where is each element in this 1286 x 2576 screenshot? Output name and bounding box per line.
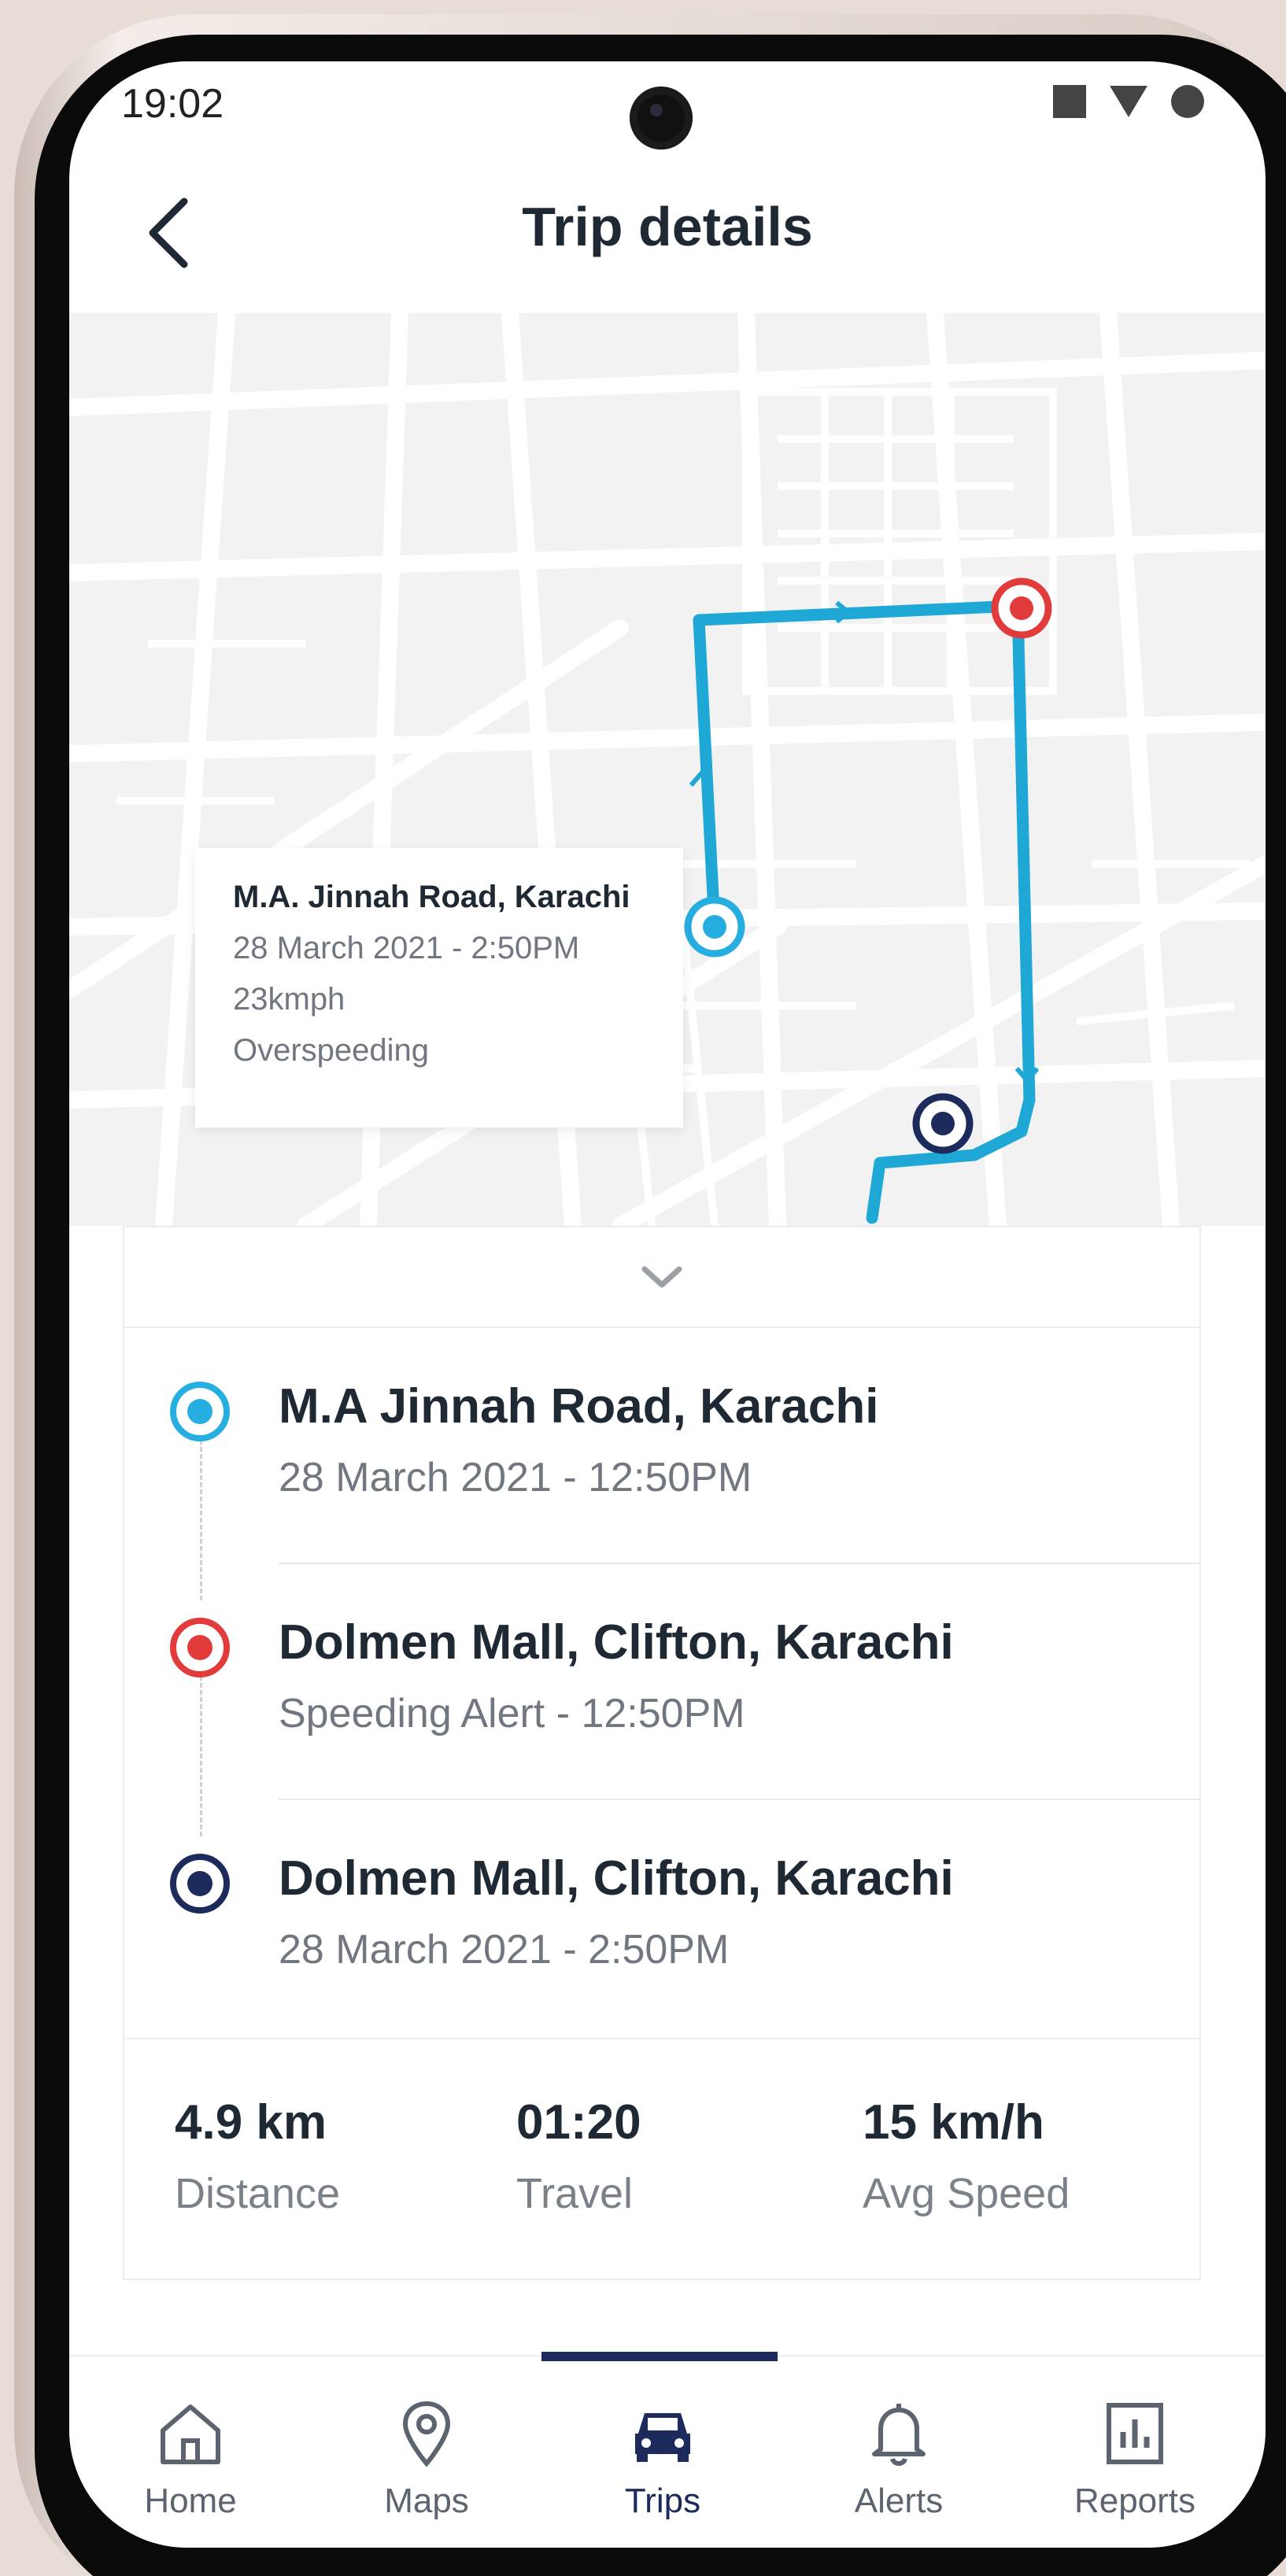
chevron-down-icon	[641, 1266, 682, 1288]
nav-label: Trips	[624, 2482, 701, 2520]
end-point-icon	[170, 1854, 230, 1914]
tooltip-location: M.A. Jinnah Road, Karachi	[233, 880, 630, 914]
stop-subtitle: 28 March 2021 - 2:50PM	[279, 1927, 730, 1973]
map-event-tooltip: M.A. Jinnah Road, Karachi 28 March 2021 …	[195, 848, 683, 1127]
front-camera	[630, 87, 693, 149]
start-point-icon	[170, 1382, 230, 1441]
collapse-toggle[interactable]	[124, 1227, 1199, 1328]
end-marker[interactable]	[896, 1076, 990, 1171]
nav-trips[interactable]: Trips	[568, 2397, 757, 2521]
tooltip-datetime: 28 March 2021 - 2:50PM	[233, 931, 580, 965]
alert-point-icon	[170, 1618, 230, 1677]
status-time: 19:02	[121, 81, 224, 127]
nav-label: Home	[144, 2482, 237, 2520]
nav-alerts[interactable]: Alerts	[804, 2397, 993, 2521]
app-header: Trip details	[69, 164, 1266, 321]
trip-stop-alert[interactable]: Dolmen Mall, Clifton, Karachi Speeding A…	[124, 1564, 1199, 1800]
car-icon	[635, 2413, 690, 2462]
stat-avg-speed: 15 km/h Avg Speed	[863, 2094, 1070, 2218]
nav-home[interactable]: Home	[96, 2397, 285, 2521]
alert-marker[interactable]	[991, 578, 1052, 639]
nav-label: Reports	[1074, 2482, 1196, 2520]
active-tab-indicator	[541, 2352, 778, 2361]
nav-label: Alerts	[854, 2482, 944, 2520]
stat-travel: 01:20 Travel	[516, 2094, 641, 2218]
tooltip-event: Overspeeding	[233, 1033, 430, 1068]
tooltip-speed: 23kmph	[233, 982, 346, 1017]
map-pin-icon	[402, 2401, 451, 2467]
stop-title: M.A Jinnah Road, Karachi	[279, 1379, 879, 1434]
stop-title: Dolmen Mall, Clifton, Karachi	[279, 1851, 954, 1906]
trip-map[interactable]: M.A. Jinnah Road, Karachi 28 March 2021 …	[69, 313, 1266, 1226]
trip-stats: 4.9 km Distance 01:20 Travel 15 km/h Avg…	[124, 2038, 1199, 2282]
stat-value: 15 km/h	[863, 2095, 1044, 2150]
stop-subtitle: Speeding Alert - 12:50PM	[279, 1691, 745, 1736]
nav-maps[interactable]: Maps	[332, 2397, 521, 2521]
stat-label: Travel	[516, 2170, 634, 2217]
bell-icon	[872, 2404, 926, 2466]
trip-stop-start[interactable]: M.A Jinnah Road, Karachi 28 March 2021 -…	[124, 1328, 1199, 1564]
nav-label: Maps	[384, 2482, 469, 2520]
stat-label: Avg Speed	[863, 2170, 1070, 2217]
stat-distance: 4.9 km Distance	[175, 2094, 340, 2218]
signal-triangle-icon	[1110, 86, 1147, 117]
home-icon	[161, 2404, 220, 2464]
stat-value: 4.9 km	[175, 2095, 327, 2150]
report-chart-icon	[1107, 2403, 1163, 2464]
stop-title: Dolmen Mall, Clifton, Karachi	[279, 1615, 954, 1670]
start-marker[interactable]	[684, 896, 745, 958]
trip-details-card: M.A Jinnah Road, Karachi 28 March 2021 -…	[123, 1226, 1201, 2280]
page-title: Trip details	[522, 196, 813, 257]
stat-label: Distance	[175, 2170, 341, 2217]
battery-dot-icon	[1171, 85, 1204, 118]
status-icons	[1053, 85, 1204, 118]
stat-value: 01:20	[516, 2095, 641, 2150]
trip-stop-end[interactable]: Dolmen Mall, Clifton, Karachi 28 March 2…	[124, 1800, 1199, 2036]
stop-subtitle: 28 March 2021 - 12:50PM	[279, 1455, 752, 1500]
bottom-navigation: Home Maps Trips Alerts Reports	[69, 2352, 1266, 2548]
recents-square-icon	[1053, 85, 1086, 118]
phone-screen: 19:02 Trip details M.A. Jinnah Road, Kar…	[69, 61, 1266, 2548]
nav-reports[interactable]: Reports	[1040, 2397, 1229, 2521]
